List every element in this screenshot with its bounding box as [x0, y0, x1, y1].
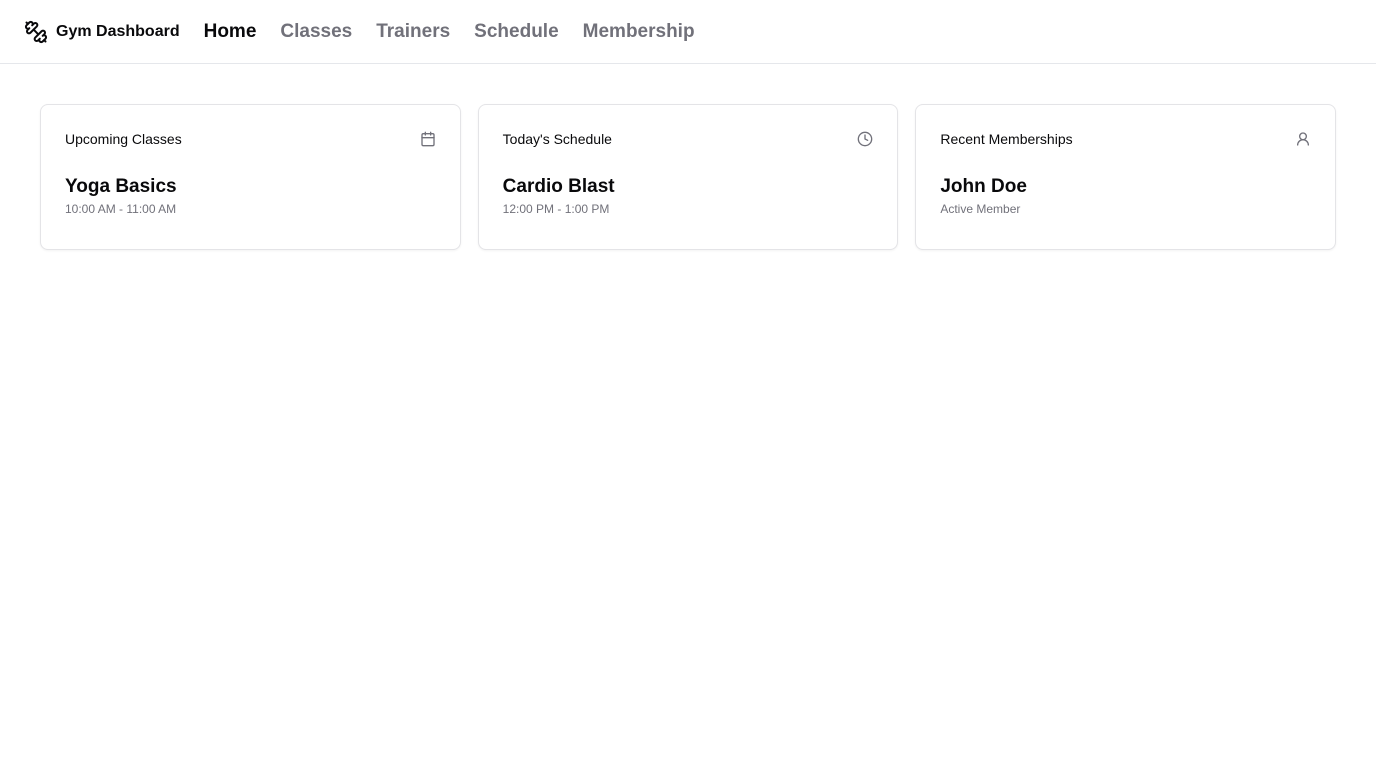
user-icon: [1295, 131, 1311, 147]
class-time: 10:00 AM - 11:00 AM: [65, 202, 177, 216]
card-header: Recent Memberships: [940, 129, 1311, 149]
card-title: Today's Schedule: [502, 131, 612, 147]
card-header: Today's Schedule: [503, 129, 874, 149]
nav-item-trainers[interactable]: Trainers: [376, 21, 450, 43]
brand-title: Gym Dashboard: [56, 22, 180, 40]
nav-item-schedule[interactable]: Schedule: [474, 21, 558, 43]
dumbbell-icon: [24, 20, 48, 44]
card-title: Upcoming Classes: [65, 131, 182, 147]
todays-schedule-card: Today's Schedule Cardio Blast 12:00 PM -…: [477, 104, 899, 250]
nav-item-classes[interactable]: Classes: [280, 21, 352, 43]
member-name: John Doe: [940, 176, 1027, 197]
nav-item-home[interactable]: Home: [204, 21, 257, 43]
main-nav: Home Classes Trainers Schedule Membershi…: [204, 21, 719, 43]
clock-icon: [857, 131, 873, 147]
calendar-icon: [420, 131, 436, 147]
card-header: Upcoming Classes: [65, 129, 436, 149]
schedule-time: 12:00 PM - 1:00 PM: [502, 202, 610, 216]
schedule-class-name: Cardio Blast: [502, 176, 615, 197]
member-status: Active Member: [940, 202, 1021, 216]
upcoming-classes-card: Upcoming Classes Yoga Basics 10:00 AM - …: [40, 104, 461, 250]
card-title: Recent Memberships: [940, 131, 1073, 147]
dashboard-cards: Upcoming Classes Yoga Basics 10:00 AM - …: [0, 64, 1376, 250]
top-navigation-bar: Gym Dashboard Home Classes Trainers Sche…: [0, 0, 1376, 64]
class-name: Yoga Basics: [65, 176, 177, 197]
brand-link[interactable]: Gym Dashboard: [24, 20, 180, 44]
nav-item-membership[interactable]: Membership: [583, 21, 695, 43]
recent-memberships-card: Recent Memberships John Doe Active Membe…: [915, 104, 1337, 250]
